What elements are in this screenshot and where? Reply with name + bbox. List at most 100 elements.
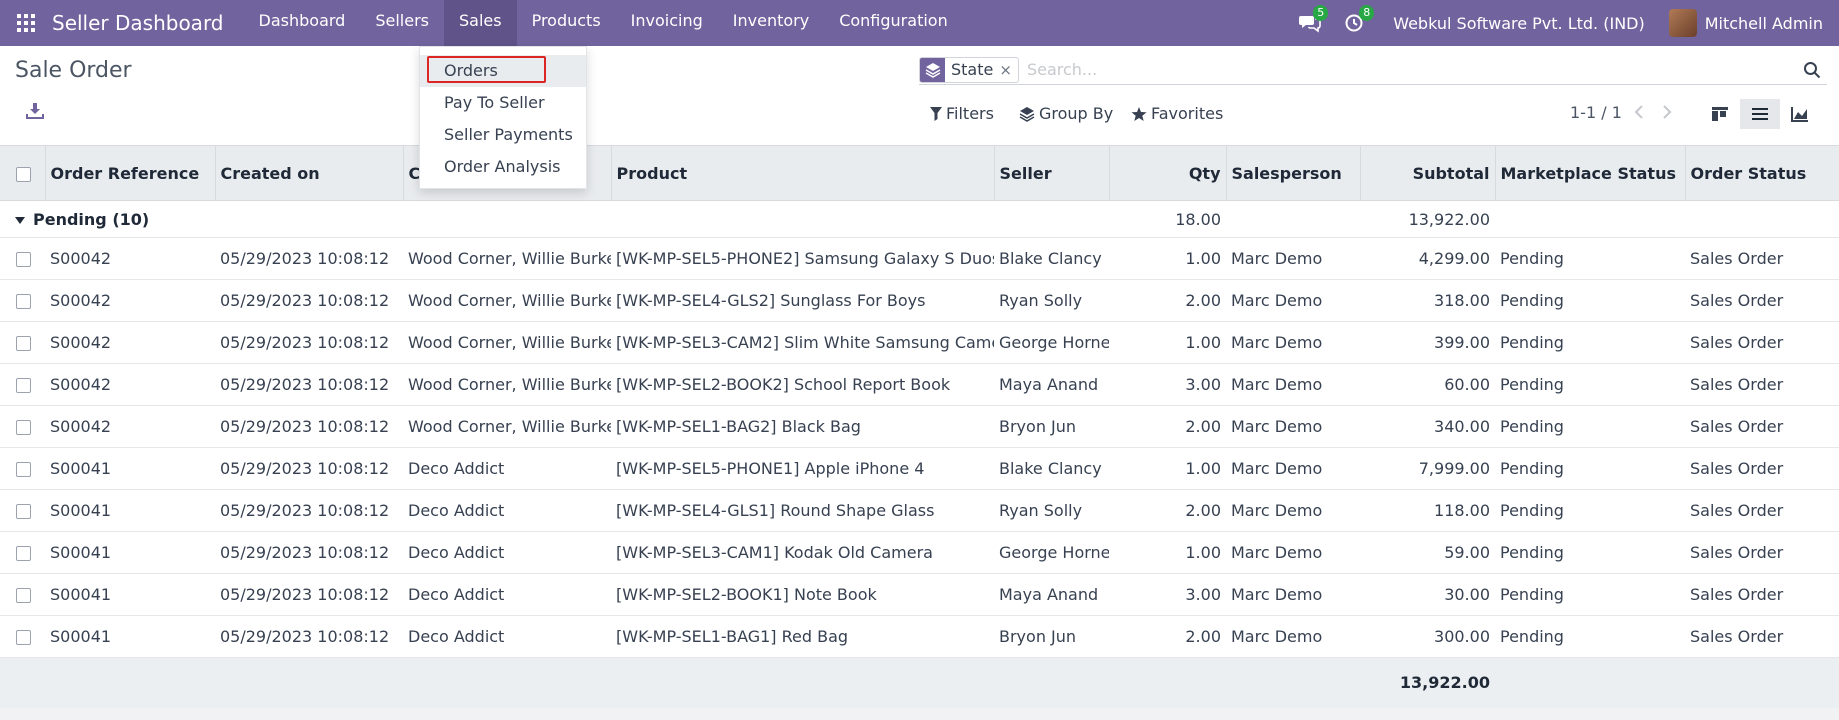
table-cell: Sales Order (1685, 363, 1839, 406)
filters-button[interactable]: Filters (930, 104, 994, 123)
table-cell: 59.00 (1360, 531, 1495, 574)
table-cell: Pending (1495, 363, 1685, 406)
table-cell: 60.00 (1360, 363, 1495, 406)
table-row[interactable]: S00041 05/29/2023 10:08:12 Deco Addict [WK-… (0, 489, 1839, 532)
col-order-reference[interactable]: Order Reference (45, 145, 216, 201)
table-cell: S00042 (45, 363, 215, 406)
select-all-checkbox[interactable] (0, 145, 46, 201)
table-cell: Pending (1495, 489, 1685, 532)
table-cell: Sales Order (1685, 447, 1839, 490)
table-row[interactable]: S00042 05/29/2023 10:08:12 Wood Corner, Wi… (0, 237, 1839, 280)
table-cell: 1.00 (1109, 531, 1226, 574)
favorites-button[interactable]: Favorites (1131, 104, 1223, 123)
kanban-view-icon[interactable] (1700, 99, 1740, 129)
row-checkbox[interactable] (0, 363, 45, 406)
table-cell: Wood Corner, Willie Burke (403, 321, 611, 364)
table-cell: Marc Demo (1226, 447, 1360, 490)
messages-badge: 5 (1313, 5, 1329, 21)
col-seller[interactable]: Seller (994, 145, 1110, 201)
search-icon[interactable] (1803, 61, 1821, 79)
company-switcher[interactable]: Webkul Software Pvt. Ltd. (IND) (1393, 14, 1645, 33)
col-marketplace-status[interactable]: Marketplace Status (1495, 145, 1686, 201)
col-created-on[interactable]: Created on (215, 145, 404, 201)
group-qty: 18.00 (1109, 200, 1226, 238)
table-cell: Bryon Jun (994, 615, 1109, 658)
row-checkbox[interactable] (0, 489, 45, 532)
table-cell: Blake Clancy (994, 447, 1109, 490)
graph-view-icon[interactable] (1780, 99, 1820, 129)
table-row[interactable]: S00041 05/29/2023 10:08:12 Deco Addict [WK-… (0, 531, 1839, 574)
table-cell: S00041 (45, 447, 215, 490)
row-checkbox[interactable] (0, 531, 45, 574)
pager-previous-icon[interactable] (1632, 104, 1648, 120)
table-cell: S00041 (45, 573, 215, 616)
table-cell: Pending (1495, 531, 1685, 574)
row-checkbox[interactable] (0, 573, 45, 616)
group-row-pending[interactable]: Pending (10) 18.00 13,922.00 (0, 200, 1839, 238)
row-checkbox[interactable] (0, 615, 45, 658)
group-by-button[interactable]: Group By (1019, 104, 1113, 123)
table-row[interactable]: S00042 05/29/2023 10:08:12 Wood Corner, Wi… (0, 321, 1839, 364)
state-facet[interactable]: State × (919, 56, 1019, 83)
menu-configuration[interactable]: Configuration (824, 0, 963, 46)
table-row[interactable]: S00041 05/29/2023 10:08:12 Deco Addict [WK-… (0, 573, 1839, 616)
table-cell: 399.00 (1360, 321, 1495, 364)
table-cell: 318.00 (1360, 279, 1495, 322)
table-row[interactable]: S00042 05/29/2023 10:08:12 Wood Corner, Wi… (0, 405, 1839, 448)
table-cell: Wood Corner, Willie Burke (403, 279, 611, 322)
table-cell: 05/29/2023 10:08:12 (215, 279, 403, 322)
dropdown-item-seller-payments[interactable]: Seller Payments (420, 119, 586, 151)
menu-products[interactable]: Products (517, 0, 616, 46)
row-checkbox[interactable] (0, 405, 45, 448)
col-subtotal[interactable]: Subtotal (1360, 145, 1496, 201)
activities-clock-icon[interactable]: 8 (1345, 5, 1375, 33)
table-row[interactable]: S00042 05/29/2023 10:08:12 Wood Corner, Wi… (0, 279, 1839, 322)
row-checkbox[interactable] (0, 321, 45, 364)
table-cell: 2.00 (1109, 279, 1226, 322)
dropdown-item-pay-to-seller[interactable]: Pay To Seller (420, 87, 586, 119)
pager-next-icon[interactable] (1658, 104, 1674, 120)
table-cell: Sales Order (1685, 615, 1839, 658)
table-cell: [WK-MP-SEL1-BAG2] Black Bag (611, 405, 994, 448)
menu-invoicing[interactable]: Invoicing (616, 0, 718, 46)
col-product[interactable]: Product (611, 145, 995, 201)
row-checkbox[interactable] (0, 447, 45, 490)
messages-icon[interactable]: 5 (1299, 5, 1329, 33)
download-icon[interactable] (26, 102, 44, 120)
table-row[interactable]: S00041 05/29/2023 10:08:12 Deco Addict [WK-… (0, 615, 1839, 658)
pager-value[interactable]: 1-1 / 1 (1570, 103, 1622, 122)
menu-inventory[interactable]: Inventory (718, 0, 824, 46)
table-cell: 2.00 (1109, 615, 1226, 658)
table-cell: 300.00 (1360, 615, 1495, 658)
activities-badge: 8 (1359, 5, 1375, 21)
table-row[interactable]: S00041 05/29/2023 10:08:12 Deco Addict [WK-… (0, 447, 1839, 490)
menu-sales[interactable]: Sales (443, 0, 517, 46)
col-qty[interactable]: Qty (1109, 145, 1227, 201)
user-avatar[interactable] (1668, 9, 1697, 37)
search-input[interactable] (1026, 60, 1803, 79)
table-cell: Marc Demo (1226, 489, 1360, 532)
row-checkbox[interactable] (0, 279, 45, 322)
app-brand[interactable]: Seller Dashboard (52, 11, 224, 35)
row-checkbox[interactable] (0, 237, 45, 280)
main-menu: Dashboard Sellers Sales Products Invoici… (244, 0, 963, 46)
table-cell: 05/29/2023 10:08:12 (215, 363, 403, 406)
table-cell: Sales Order (1685, 321, 1839, 364)
col-salesperson[interactable]: Salesperson (1226, 145, 1361, 201)
user-menu[interactable]: Mitchell Admin (1705, 14, 1823, 33)
facet-label: State (951, 60, 994, 79)
table-cell: Wood Corner, Willie Burke (403, 363, 611, 406)
dropdown-item-orders[interactable]: Orders (420, 55, 586, 87)
col-order-status[interactable]: Order Status (1685, 145, 1839, 201)
apps-grid-icon[interactable] (17, 14, 35, 32)
group-by-label: Group By (1039, 104, 1114, 123)
menu-sellers[interactable]: Sellers (360, 0, 444, 46)
list-view-icon[interactable] (1740, 99, 1780, 129)
table-cell: 2.00 (1109, 405, 1226, 448)
dropdown-item-order-analysis[interactable]: Order Analysis (420, 151, 586, 183)
facet-remove-icon[interactable]: × (999, 61, 1018, 79)
table-row[interactable]: S00042 05/29/2023 10:08:12 Wood Corner, Wi… (0, 363, 1839, 406)
menu-dashboard[interactable]: Dashboard (244, 0, 361, 46)
table-cell: 4,299.00 (1360, 237, 1495, 280)
orders-table: Order Reference Created on C Product Sel… (0, 145, 1839, 708)
